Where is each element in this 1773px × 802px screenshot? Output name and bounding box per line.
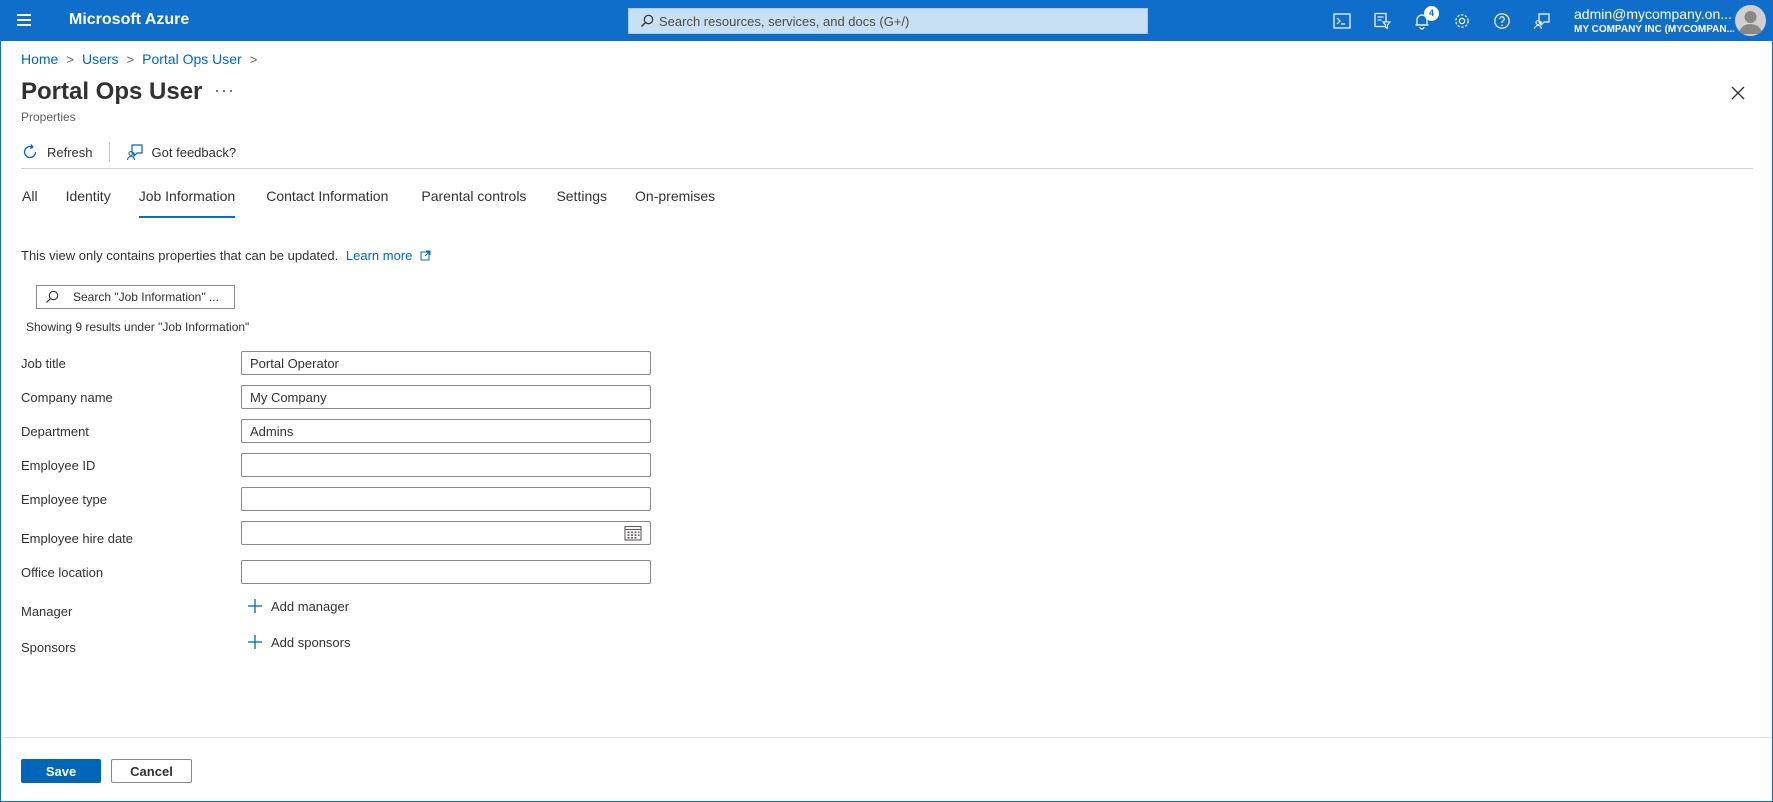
breadcrumb-home[interactable]: Home [21,51,58,67]
add-manager-button[interactable]: Add manager [247,598,349,614]
chevron-right-icon: > [126,51,135,67]
chevron-right-icon: > [66,51,74,67]
calendar-icon[interactable] [624,525,642,541]
add-sponsors-label: Add sponsors [271,634,351,650]
directory-filter-icon[interactable] [1362,9,1402,33]
account-org: MY COMPANY INC (MYCOMPAN... [1574,24,1734,35]
tab-all[interactable]: All [22,188,38,218]
property-search[interactable] [36,285,235,309]
brand-title[interactable]: Microsoft Azure [69,11,189,29]
field-row-employee-id: Employee ID [21,453,651,477]
job-title-label: Job title [21,356,66,371]
field-row-employee-type: Employee type [21,487,651,511]
add-sponsors-button[interactable]: Add sponsors [247,634,351,650]
toolbar-divider [108,142,110,162]
field-row-job-title: Job title [21,351,651,375]
employee-id-label: Employee ID [21,458,96,473]
menu-icon[interactable] [14,11,34,31]
add-manager-label: Add manager [271,598,350,614]
job-title-input[interactable] [241,351,651,375]
chevron-right-icon: > [249,51,258,67]
employee-hire-date-input[interactable] [241,521,651,545]
tab-contact-information[interactable]: Contact Information [266,188,388,218]
field-row-company-name: Company name [21,385,651,409]
more-options-icon[interactable]: ··· [214,80,235,101]
refresh-button[interactable]: Refresh [21,143,93,161]
sponsors-label: Sponsors [21,640,76,655]
command-bar: Refresh Got feedback? [21,139,236,165]
manager-label: Manager [21,604,73,619]
notification-badge: 4 [1424,6,1439,21]
employee-id-input[interactable] [241,453,651,477]
refresh-icon [23,144,37,159]
plus-icon [248,599,262,613]
info-message: This view only contains properties that … [21,248,431,263]
department-input[interactable] [241,419,651,443]
learn-more-link[interactable]: Learn more [346,248,431,263]
breadcrumb-users[interactable]: Users [82,51,119,67]
field-row-employee-hire-date: Employee hire date [21,521,651,546]
footer-divider [1,737,1772,738]
notifications-icon[interactable]: 4 [1402,6,1442,33]
plus-icon [248,635,262,649]
cancel-button[interactable]: Cancel [111,759,192,783]
avatar[interactable] [1735,5,1766,36]
help-icon[interactable] [1482,9,1522,33]
page-subtitle: Properties [21,110,76,124]
company-name-label: Company name [21,390,113,405]
save-button[interactable]: Save [21,759,101,783]
global-search-input[interactable] [659,13,1139,29]
tab-settings[interactable]: Settings [556,188,607,218]
feedback-button[interactable]: Got feedback? [126,143,237,161]
external-link-icon [420,250,431,261]
company-name-input[interactable] [241,385,651,409]
office-location-input[interactable] [241,560,651,584]
department-label: Department [21,424,89,439]
feedback-icon[interactable] [1522,9,1562,33]
field-row-manager: Manager Add manager [21,598,651,622]
office-location-label: Office location [21,565,104,580]
search-icon [635,9,659,33]
property-tabs: All Identity Job Information Contact Inf… [22,188,715,218]
info-text: This view only contains properties that … [21,248,339,263]
feedback-label: Got feedback? [151,144,237,160]
account-name: admin@mycompany.on... [1574,6,1732,22]
employee-type-label: Employee type [21,492,107,507]
results-count: Showing 9 results under "Job Information… [26,320,250,334]
field-row-office-location: Office location [21,560,651,584]
field-row-department: Department [21,419,651,443]
top-bar: Microsoft Azure 4 admin@mycompany.on... … [0,0,1773,41]
search-icon [45,290,63,304]
tab-on-premises[interactable]: On-premises [635,188,715,218]
settings-icon[interactable] [1442,9,1482,33]
cloud-shell-icon[interactable] [1322,9,1362,33]
refresh-label: Refresh [47,144,93,160]
employee-type-input[interactable] [241,487,651,511]
tab-parental-controls[interactable]: Parental controls [421,188,526,218]
breadcrumb: Home > Users > Portal Ops User > [21,51,265,67]
tab-identity[interactable]: Identity [66,188,111,218]
tab-job-information[interactable]: Job Information [138,188,235,218]
close-icon[interactable] [1727,82,1749,104]
field-row-sponsors: Sponsors Add sponsors [21,634,651,658]
property-search-input[interactable] [73,290,233,304]
breadcrumb-portal-ops-user[interactable]: Portal Ops User [142,51,242,67]
employee-hire-date-label: Employee hire date [21,531,134,546]
page-title: Portal Ops User [21,78,203,105]
feedback-icon [126,144,143,161]
toolbar-divider-line [21,168,1753,169]
global-search[interactable] [628,8,1148,34]
account-menu[interactable]: admin@mycompany.on... MY COMPANY INC (MY… [1574,6,1734,35]
